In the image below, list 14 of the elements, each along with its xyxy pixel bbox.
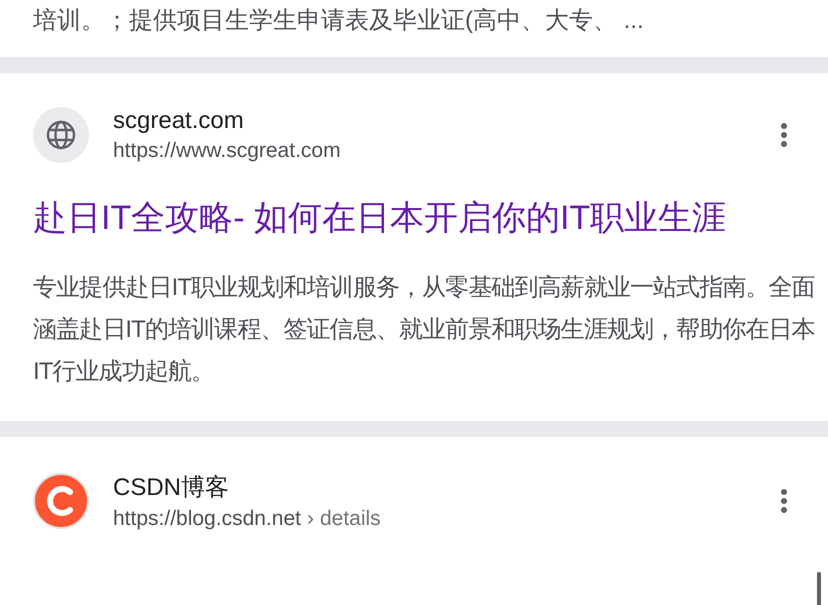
c-logo-icon [33,473,89,529]
result-url: https://blog.csdn.net [113,507,301,531]
globe-icon [33,107,89,163]
site-name: scgreat.com [113,107,245,135]
site-name: CSDN博客 [113,473,230,503]
result-snippet: 专业提供赴日IT职业规划和培训服务，从零基础到高薪就业一站式指南。全面涵盖赴日IT的培训课程、签证信息、就业前景和职场生涯规划，帮助你在日本IT行业成功起航。 [33,273,816,387]
result-url: https://www.scgreat.com [113,139,341,163]
more-vertical-icon [780,122,788,148]
url-path: details [320,507,381,531]
scrollbar-thumb[interactable] [817,572,821,605]
result-title-link[interactable]: 赴日IT全攻略- 如何在日本开启你的IT职业生涯 [33,193,766,243]
more-vertical-icon [780,488,788,514]
result-snippet: 培训。；提供项目生学生申请表及毕业证(高中、大专、 ... [32,6,645,36]
breadcrumb-separator: › [306,507,314,531]
